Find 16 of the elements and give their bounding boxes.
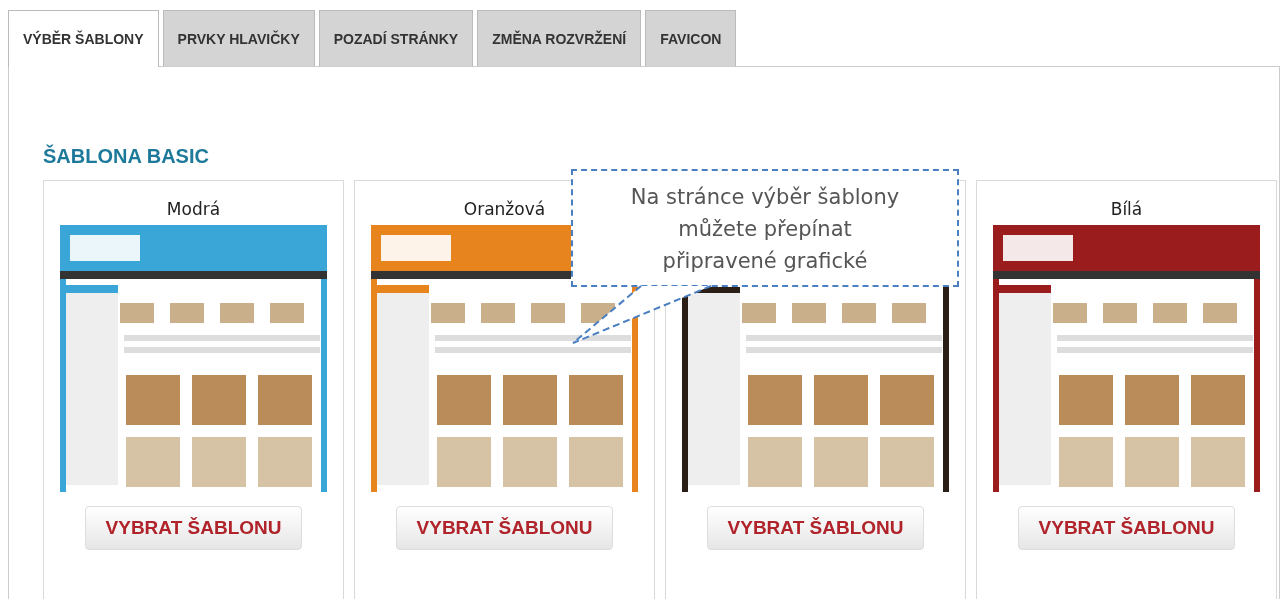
template-name: Bílá	[1110, 199, 1143, 219]
tooltip-text: připravené grafické	[661, 248, 869, 275]
section-title: ŠABLONA BASIC	[43, 145, 210, 168]
tab[interactable]: ZMĚNA ROZVRŽENÍ	[477, 10, 642, 66]
select-template-button[interactable]: VYBRAT ŠABLONU	[1017, 506, 1236, 550]
template-name: Modrá	[166, 199, 221, 219]
tab[interactable]: FAVICON	[645, 10, 737, 66]
tab[interactable]: PRVKY HLAVIČKY	[162, 10, 315, 66]
tooltip-text: můžete přepínat	[677, 216, 853, 243]
select-template-button[interactable]: VYBRAT ŠABLONU	[84, 506, 303, 550]
select-template-button[interactable]: VYBRAT ŠABLONU	[706, 506, 925, 550]
tab[interactable]: POZADÍ STRÁNKY	[318, 10, 474, 66]
tab[interactable]: VÝBĚR ŠABLONY	[8, 10, 159, 67]
tooltip-text: Na stránce výběr šablony	[629, 184, 901, 211]
template-name: Oranžová	[463, 199, 546, 219]
select-template-button[interactable]: VYBRAT ŠABLONU	[395, 506, 614, 550]
